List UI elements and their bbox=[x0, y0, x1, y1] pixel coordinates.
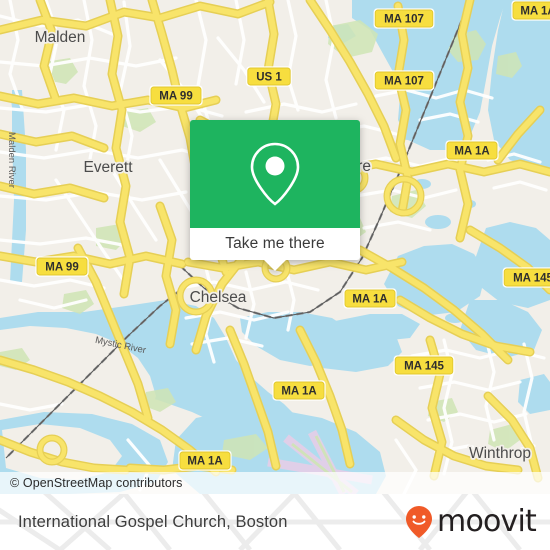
route-shield-label: MA 99 bbox=[45, 262, 78, 274]
route-shield-label: MA 1A bbox=[520, 6, 550, 18]
moovit-smiley-pin-icon bbox=[406, 506, 433, 538]
route-shield: MA 99 bbox=[35, 256, 89, 277]
map-place-label: Chelsea bbox=[190, 289, 247, 306]
route-shield-label: MA 99 bbox=[159, 91, 192, 103]
osm-attribution-bar: © OpenStreetMap contributors bbox=[0, 472, 550, 494]
route-shield-label: MA 1A bbox=[187, 456, 222, 468]
route-shield-label: MA 1A bbox=[454, 146, 489, 158]
route-shield: US 1 bbox=[246, 66, 292, 87]
map-water-label: Malden River bbox=[6, 132, 17, 188]
route-shield-label: US 1 bbox=[256, 72, 282, 84]
route-shield: MA 1A bbox=[511, 0, 550, 21]
route-shield-label: MA 107 bbox=[384, 14, 424, 26]
route-shield: MA 1A bbox=[272, 380, 326, 401]
route-shield: MA 145 bbox=[393, 355, 455, 376]
route-shield: MA 107 bbox=[373, 70, 435, 91]
moovit-wordmark: moovit bbox=[437, 504, 537, 539]
route-shield: MA 145 bbox=[502, 267, 550, 288]
route-shield-label: MA 145 bbox=[404, 361, 444, 373]
take-me-there-label: Take me there bbox=[225, 235, 325, 252]
route-shield-label: MA 1A bbox=[352, 294, 387, 306]
moovit-place-card: MaldenEverettRevereChelseaWinthrop Malde… bbox=[0, 0, 550, 550]
moovit-brand-logo[interactable]: moovit bbox=[404, 504, 537, 539]
footer-bar: International Gospel Church, Boston moov… bbox=[0, 494, 550, 550]
map-place-label: Everett bbox=[83, 159, 133, 176]
route-shield-label: MA 1A bbox=[281, 386, 316, 398]
route-shield-label: MA 145 bbox=[513, 273, 550, 285]
route-shield: MA 1A bbox=[343, 288, 397, 309]
route-shield: MA 107 bbox=[373, 8, 435, 29]
osm-attribution-text: © OpenStreetMap contributors bbox=[10, 476, 183, 490]
map-place-label: Winthrop bbox=[469, 445, 531, 462]
popup-pin-panel bbox=[190, 120, 360, 228]
map-place-label: Malden bbox=[35, 29, 86, 46]
route-shield: MA 1A bbox=[178, 450, 232, 471]
route-shield-label: MA 107 bbox=[384, 76, 424, 88]
route-shield: MA 99 bbox=[149, 85, 203, 106]
take-me-there-button[interactable]: Take me there bbox=[190, 228, 360, 271]
route-shield: MA 1A bbox=[445, 140, 499, 161]
popup-pointer bbox=[264, 260, 286, 271]
page-title: International Gospel Church, Boston bbox=[18, 512, 288, 531]
place-popup-card[interactable]: Take me there bbox=[190, 120, 360, 271]
map-pin-icon bbox=[250, 142, 300, 206]
